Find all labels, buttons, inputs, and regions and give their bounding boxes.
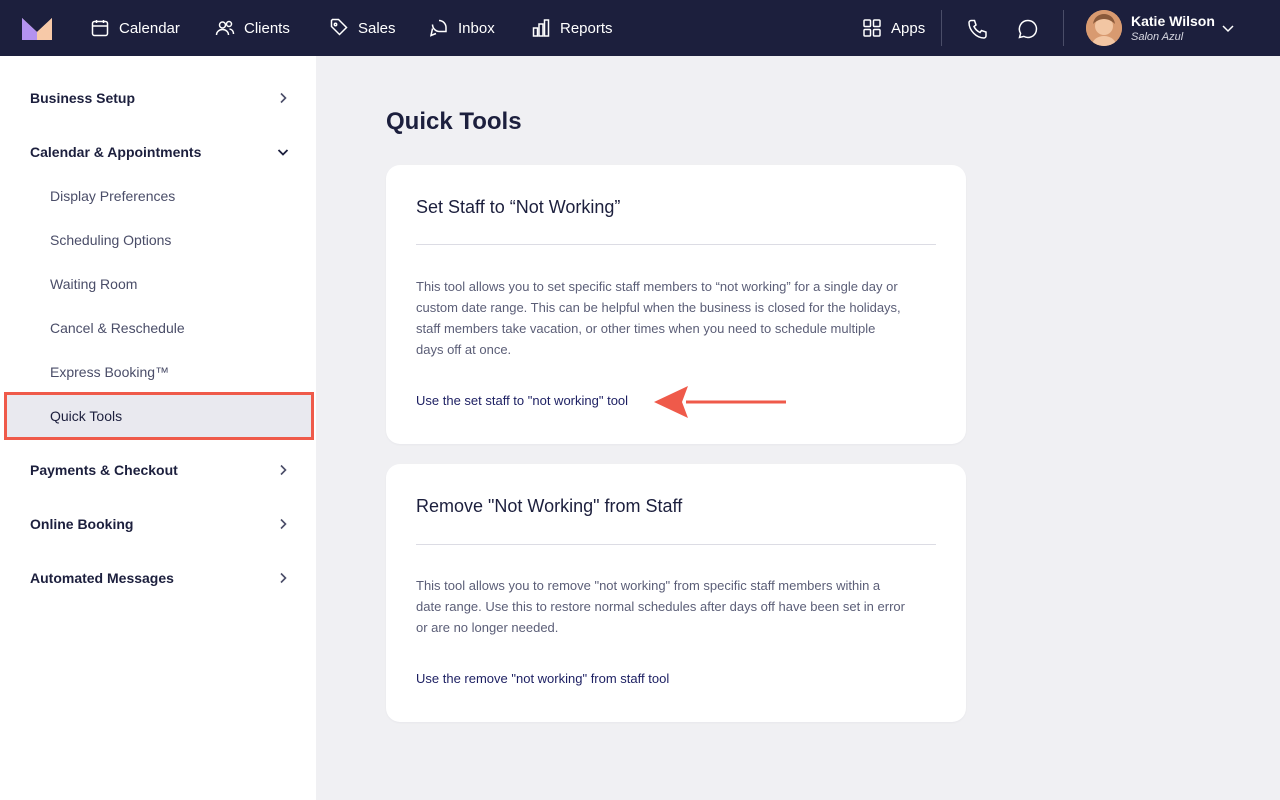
business-name: Salon Azul [1131, 31, 1184, 43]
user-photo [1086, 10, 1122, 46]
sidebar-subitem-quick-tools[interactable]: Quick Tools [50, 408, 122, 424]
user-avatar[interactable] [1086, 10, 1122, 46]
user-name: Katie Wilson [1131, 13, 1215, 29]
chevron-right-icon [280, 92, 287, 104]
nav-inbox[interactable]: Inbox [429, 0, 495, 56]
settings-sidebar: Business Setup Calendar & Appointments D… [0, 56, 316, 800]
page-title: Quick Tools [386, 108, 522, 135]
nav-inbox-label: Inbox [458, 19, 495, 37]
sidebar-subitem-waiting-room[interactable]: Waiting Room [50, 276, 137, 292]
sidebar-subitem-scheduling-options[interactable]: Scheduling Options [50, 232, 171, 248]
nav-clients-label: Clients [244, 19, 290, 37]
remove-not-working-tool-link[interactable]: Use the remove "not working" from staff … [416, 671, 669, 686]
calendar-icon [91, 20, 109, 37]
chevron-right-icon [280, 518, 287, 530]
chevron-right-icon [280, 572, 287, 584]
apps-grid-icon [863, 19, 881, 37]
nav-calendar[interactable]: Calendar [90, 0, 180, 56]
sidebar-item-calendar-appointments[interactable]: Calendar & Appointments [30, 140, 290, 164]
chat-bubble-icon[interactable] [1017, 18, 1039, 40]
sidebar-item-label: Online Booking [30, 516, 134, 532]
card-description: This tool allows you to remove "not work… [416, 578, 905, 635]
sidebar-item-payments-checkout[interactable]: Payments & Checkout [30, 458, 290, 482]
nav-calendar-label: Calendar [119, 19, 180, 37]
nav-divider [941, 10, 942, 46]
card-remove-not-working: Remove "Not Working" from Staff This too… [386, 464, 966, 722]
sidebar-item-online-booking[interactable]: Online Booking [30, 512, 290, 536]
chevron-down-icon[interactable] [1220, 20, 1236, 36]
nav-apps[interactable]: Apps [862, 0, 925, 56]
sidebar-subitem-display-preferences[interactable]: Display Preferences [50, 188, 175, 204]
reports-icon [532, 19, 550, 37]
card-title: Set Staff to “Not Working” [416, 197, 621, 217]
nav-sales-label: Sales [358, 19, 396, 37]
sidebar-item-automated-messages[interactable]: Automated Messages [30, 566, 290, 590]
nav-clients[interactable]: Clients [215, 0, 290, 56]
sidebar-item-label: Payments & Checkout [30, 462, 178, 478]
chevron-right-icon [280, 464, 287, 476]
set-not-working-tool-link[interactable]: Use the set staff to "not working" tool [416, 393, 628, 408]
card-divider [416, 244, 936, 245]
card-title: Remove "Not Working" from Staff [416, 496, 683, 516]
annotation-arrow-icon [654, 386, 786, 418]
nav-reports[interactable]: Reports [531, 0, 613, 56]
card-divider [416, 544, 936, 545]
top-navigation-bar: Calendar Clients Sales Inbox Reports App… [0, 0, 1280, 56]
phone-icon[interactable] [967, 18, 989, 40]
sidebar-item-label: Calendar & Appointments [30, 144, 202, 160]
chevron-down-icon [277, 149, 289, 156]
card-description: This tool allows you to set specific sta… [416, 279, 901, 357]
sidebar-item-label: Business Setup [30, 90, 136, 106]
nav-apps-label: Apps [891, 19, 926, 37]
clients-icon [215, 20, 235, 36]
sidebar-item-label: Automated Messages [30, 570, 174, 586]
tag-icon [330, 18, 348, 36]
sidebar-subitem-express-booking[interactable]: Express Booking™ [50, 364, 169, 380]
inbox-icon [429, 19, 447, 37]
sidebar-item-business-setup[interactable]: Business Setup [30, 86, 290, 110]
brand-logo-icon[interactable] [22, 16, 52, 40]
nav-sales[interactable]: Sales [329, 0, 396, 56]
sidebar-subitem-cancel-reschedule[interactable]: Cancel & Reschedule [50, 320, 185, 336]
nav-reports-label: Reports [560, 19, 613, 37]
nav-divider [1063, 10, 1064, 46]
